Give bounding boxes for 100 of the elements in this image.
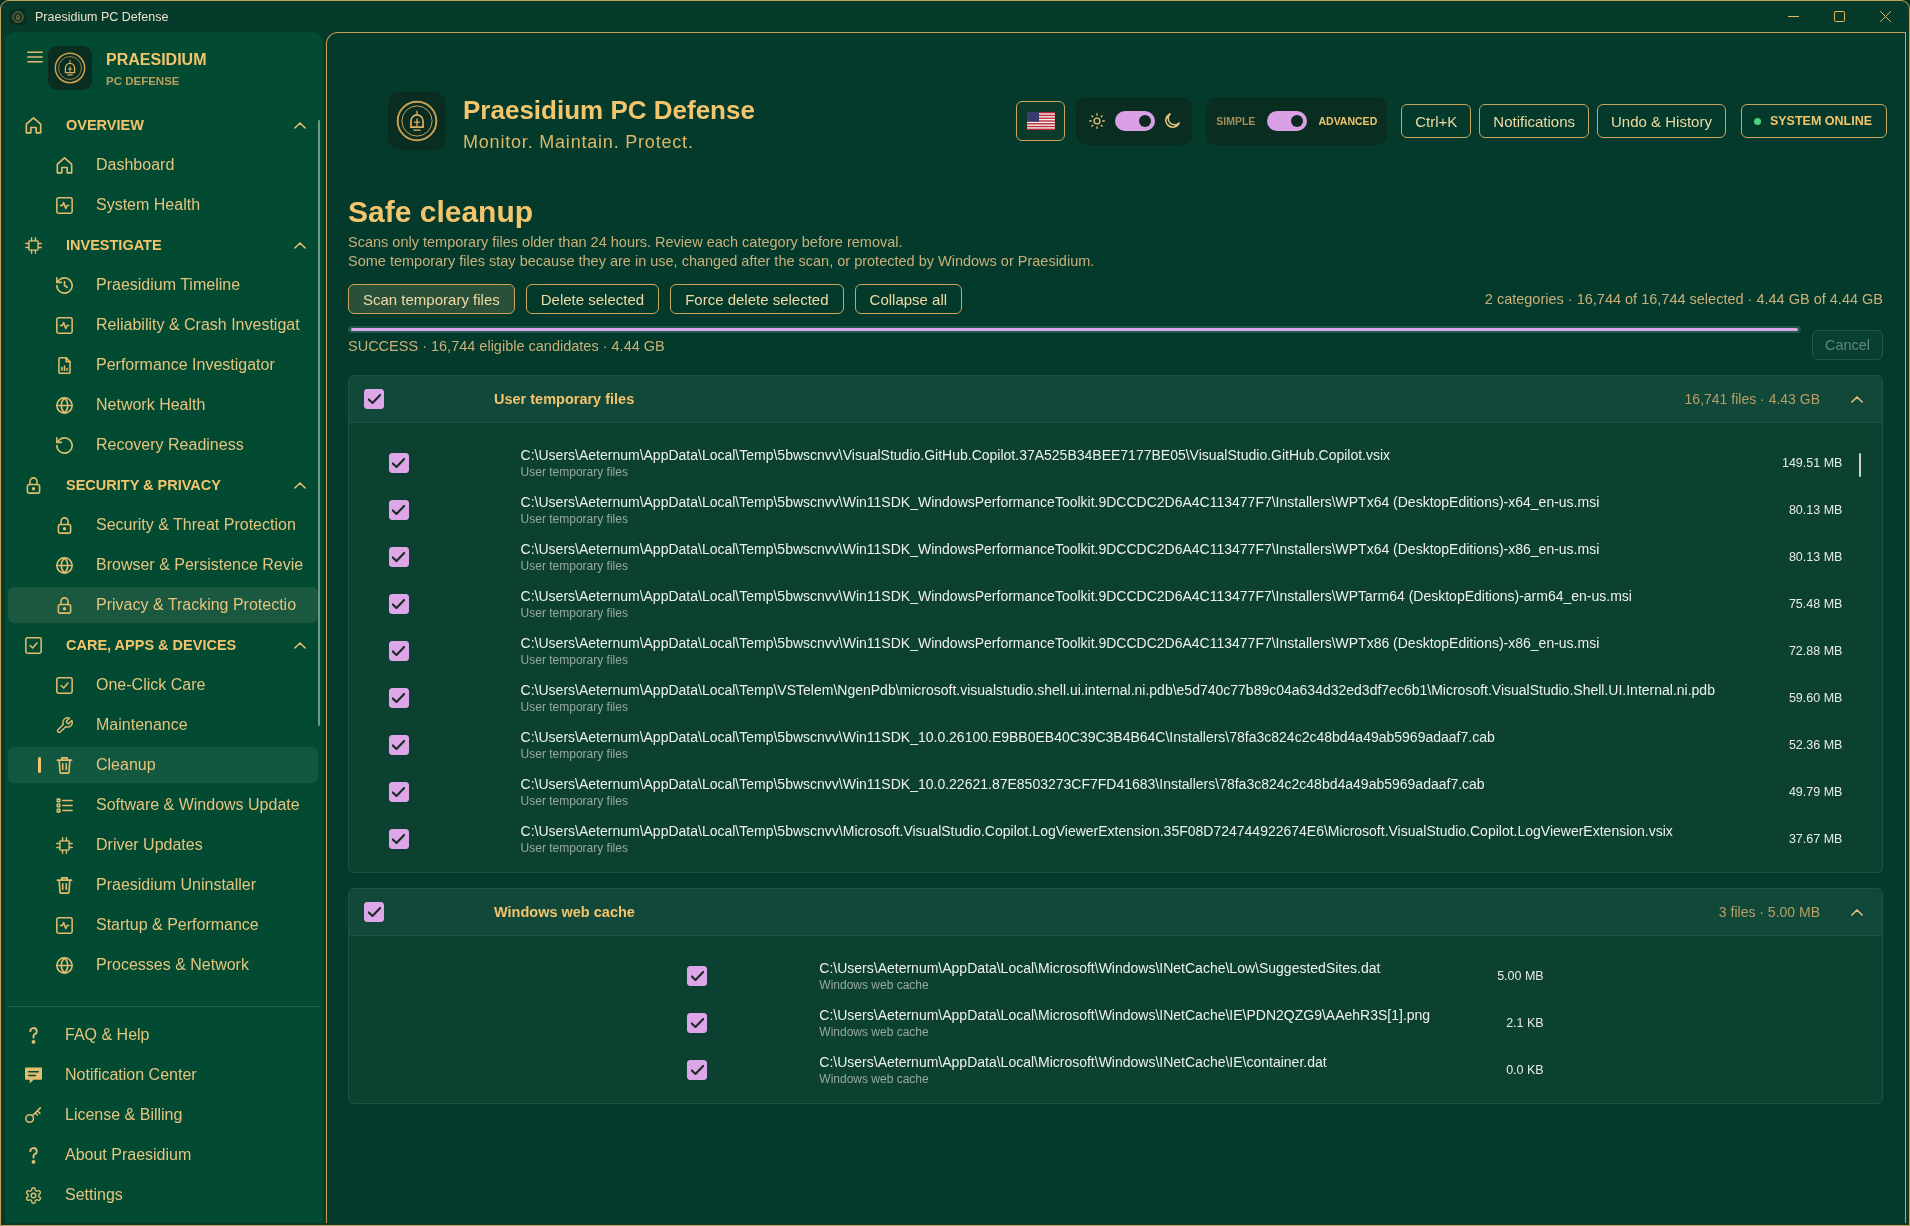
- checkmark-icon: [392, 645, 406, 656]
- file-category: User temporary files: [520, 558, 628, 573]
- sidebar-item[interactable]: Maintenance: [8, 707, 318, 743]
- language-button[interactable]: [1016, 101, 1066, 141]
- sidebar-section-header[interactable]: CARE, APPS & DEVICES: [8, 627, 318, 663]
- category-header[interactable]: User temporary files 16,741 files · 4.43 GB: [349, 376, 1882, 423]
- brand-name: PRAESIDIUM: [106, 50, 207, 70]
- file-category: User temporary files: [520, 652, 628, 667]
- checkbox[interactable]: [388, 828, 409, 849]
- category-header[interactable]: Windows web cache 3 files · 5.00 MB: [349, 889, 1882, 936]
- checkbox[interactable]: [364, 902, 384, 922]
- file-size: 59.60 MB: [1788, 690, 1843, 705]
- sidebar-item[interactable]: Startup & Performance: [8, 907, 318, 943]
- sidebar-item[interactable]: FAQ & Help: [8, 1017, 318, 1053]
- checkmark-icon: [367, 907, 381, 917]
- action-button[interactable]: Force delete selected: [670, 284, 844, 314]
- file-size: 149.51 MB: [1781, 455, 1843, 470]
- sidebar-item[interactable]: Cleanup: [8, 747, 318, 783]
- sidebar-item[interactable]: Performance Investigator: [8, 347, 318, 383]
- page-title: Safe cleanup: [348, 195, 534, 229]
- close-icon: [1879, 11, 1891, 22]
- mode-label: SIMPLE: [1216, 115, 1256, 127]
- checkbox[interactable]: [388, 734, 409, 755]
- lock-icon: [56, 516, 73, 534]
- file-size: 49.79 MB: [1788, 784, 1843, 799]
- sidebar-item[interactable]: Notification Center: [8, 1057, 318, 1093]
- globe-icon: [56, 396, 73, 414]
- maximize-icon: [1833, 11, 1845, 22]
- category-title: Windows web cache: [494, 904, 635, 920]
- checkbox[interactable]: [388, 546, 409, 567]
- file-path: C:\Users\Aeternum\AppData\Local\Temp\VSTelem\NgenPdb\microsoft.visualstudio.shell.ui.internal.ni.pdb\e5d740c77b89c04a634d32ed3df7ec6b1\Microsoft.VisualStudio.Shell.UI.Internal.ni.pdb: [520, 681, 1715, 699]
- sidebar-item[interactable]: Processes & Network: [8, 947, 318, 983]
- checkbox[interactable]: [388, 499, 409, 520]
- checkbox[interactable]: [388, 687, 409, 708]
- menu-button[interactable]: [27, 51, 43, 63]
- sidebar-item[interactable]: One-Click Care: [8, 667, 318, 703]
- checkbox[interactable]: [388, 640, 409, 661]
- checkbox[interactable]: [388, 781, 409, 802]
- file-category: User temporary files: [520, 746, 628, 761]
- header-button[interactable]: Ctrl+K: [1401, 104, 1472, 138]
- checkbox[interactable]: [388, 593, 409, 614]
- scrollbar-thumb[interactable]: [1859, 453, 1861, 477]
- sidebar-item[interactable]: Settings: [8, 1177, 318, 1213]
- theme-switch[interactable]: [1114, 111, 1155, 131]
- check-square-icon: [25, 636, 42, 654]
- checkbox[interactable]: [364, 389, 384, 409]
- sidebar-item[interactable]: Browser & Persistence Revie: [8, 547, 318, 583]
- sidebar-item[interactable]: About Praesidium: [8, 1137, 318, 1173]
- action-button[interactable]: Delete selected: [525, 284, 660, 314]
- checkbox[interactable]: [388, 452, 409, 473]
- file-size: 72.88 MB: [1788, 643, 1843, 658]
- lock-icon: [25, 476, 42, 494]
- checkmark-icon: [690, 1064, 704, 1075]
- sidebar-item[interactable]: Security & Threat Protection: [8, 507, 318, 543]
- checkmark-icon: [392, 786, 406, 797]
- selection-summary: 2 categories · 16,744 of 16,744 selected · 4.44 GB of 4.44 GB: [1484, 291, 1883, 307]
- sidebar-item[interactable]: Privacy & Tracking Protectio: [8, 587, 318, 623]
- sidebar-item[interactable]: Dashboard: [8, 147, 318, 183]
- mode-switch[interactable]: [1266, 111, 1307, 131]
- sidebar-item[interactable]: Software & Windows Update: [8, 787, 318, 823]
- file-size: 5.00 MB: [1497, 968, 1544, 983]
- sidebar-item[interactable]: Reliability & Crash Investigat: [8, 307, 318, 343]
- chevron-up-icon[interactable]: [1851, 908, 1863, 916]
- chat-bubble-icon: [25, 1066, 42, 1084]
- sidebar-section-header[interactable]: OVERVIEW: [8, 107, 318, 143]
- sidebar-item[interactable]: System Health: [8, 187, 318, 223]
- scrollbar-thumb[interactable]: [318, 120, 320, 726]
- header-button[interactable]: Undo & History: [1597, 104, 1726, 138]
- sidebar-item[interactable]: Recovery Readiness: [8, 427, 318, 463]
- home-icon: [25, 116, 42, 134]
- checkbox[interactable]: [687, 1059, 708, 1080]
- file-size: 75.48 MB: [1788, 596, 1843, 611]
- pulse-icon: [56, 916, 73, 934]
- sidebar-item[interactable]: Praesidium Uninstaller: [8, 867, 318, 903]
- checkmark-icon: [392, 833, 406, 844]
- file-path: C:\Users\Aeternum\AppData\Local\Temp\5bwscnvv\Win11SDK_WindowsPerformanceToolkit.9DCCDC2D6A4C113477F7\Installers\WPTx64 (DesktopEditions)-x64_en-us.msi: [520, 493, 1600, 511]
- trash-icon: [56, 756, 73, 774]
- file-path: C:\Users\Aeternum\AppData\Local\Temp\5bwscnvv\Win11SDK_WindowsPerformanceToolkit.9DCCDC2D6A4C113477F7\Installers\WPTx86 (DesktopEditions)-x86_en-us.msi: [520, 634, 1600, 652]
- action-button[interactable]: Collapse all: [854, 284, 963, 314]
- sidebar-item[interactable]: Praesidium Timeline: [8, 267, 318, 303]
- checkmark-icon: [392, 598, 406, 609]
- checkmark-icon: [690, 970, 704, 981]
- checkmark-icon: [392, 551, 406, 562]
- sidebar-section-header[interactable]: SECURITY & PRIVACY: [8, 467, 318, 503]
- action-button[interactable]: Scan temporary files: [348, 284, 515, 314]
- chevron-up-icon[interactable]: [1851, 395, 1863, 403]
- header-button[interactable]: Notifications: [1479, 104, 1590, 138]
- file-category: User temporary files: [520, 699, 628, 714]
- category-summary: 3 files · 5.00 MB: [1718, 904, 1820, 920]
- checkbox[interactable]: [687, 965, 708, 986]
- sidebar-item[interactable]: License & Billing: [8, 1097, 318, 1133]
- file-size: 37.67 MB: [1788, 831, 1843, 846]
- settings-icon: [25, 1186, 42, 1204]
- sidebar-item[interactable]: Driver Updates: [8, 827, 318, 863]
- description-text: Some temporary files stay because they are in use, changed after the scan, or protected by Windows or Praesidium.: [348, 252, 1095, 271]
- checkbox[interactable]: [687, 1012, 708, 1033]
- file-category: User temporary files: [520, 793, 628, 808]
- sidebar-section-header[interactable]: INVESTIGATE: [8, 227, 318, 263]
- sidebar-item[interactable]: Network Health: [8, 387, 318, 423]
- document-chart-icon: [56, 356, 73, 374]
